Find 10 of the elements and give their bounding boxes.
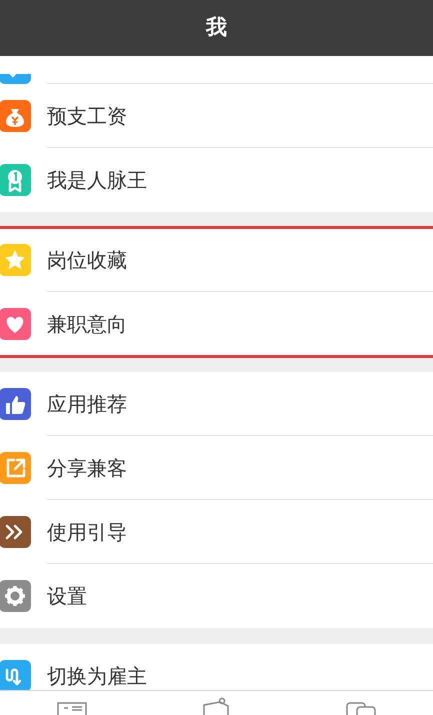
menu-item-label[interactable]: 岗位收藏 — [47, 244, 127, 274]
menu-item-label[interactable]: 兼职意向 — [47, 309, 127, 339]
page-title: 我 — [206, 14, 227, 42]
menu-item-label[interactable]: 预支工资 — [47, 100, 127, 130]
menu-item-label[interactable]: 切换为雇主 — [47, 661, 147, 690]
menu-item-label[interactable]: 设置 — [47, 581, 87, 611]
menu-item-label[interactable]: 使用引导 — [47, 516, 127, 546]
menu-item-label[interactable]: 分享兼客 — [47, 452, 127, 482]
menu-item-label[interactable]: 我是人脉王 — [47, 165, 147, 195]
menu-item-label[interactable]: 应用推荐 — [47, 388, 127, 418]
